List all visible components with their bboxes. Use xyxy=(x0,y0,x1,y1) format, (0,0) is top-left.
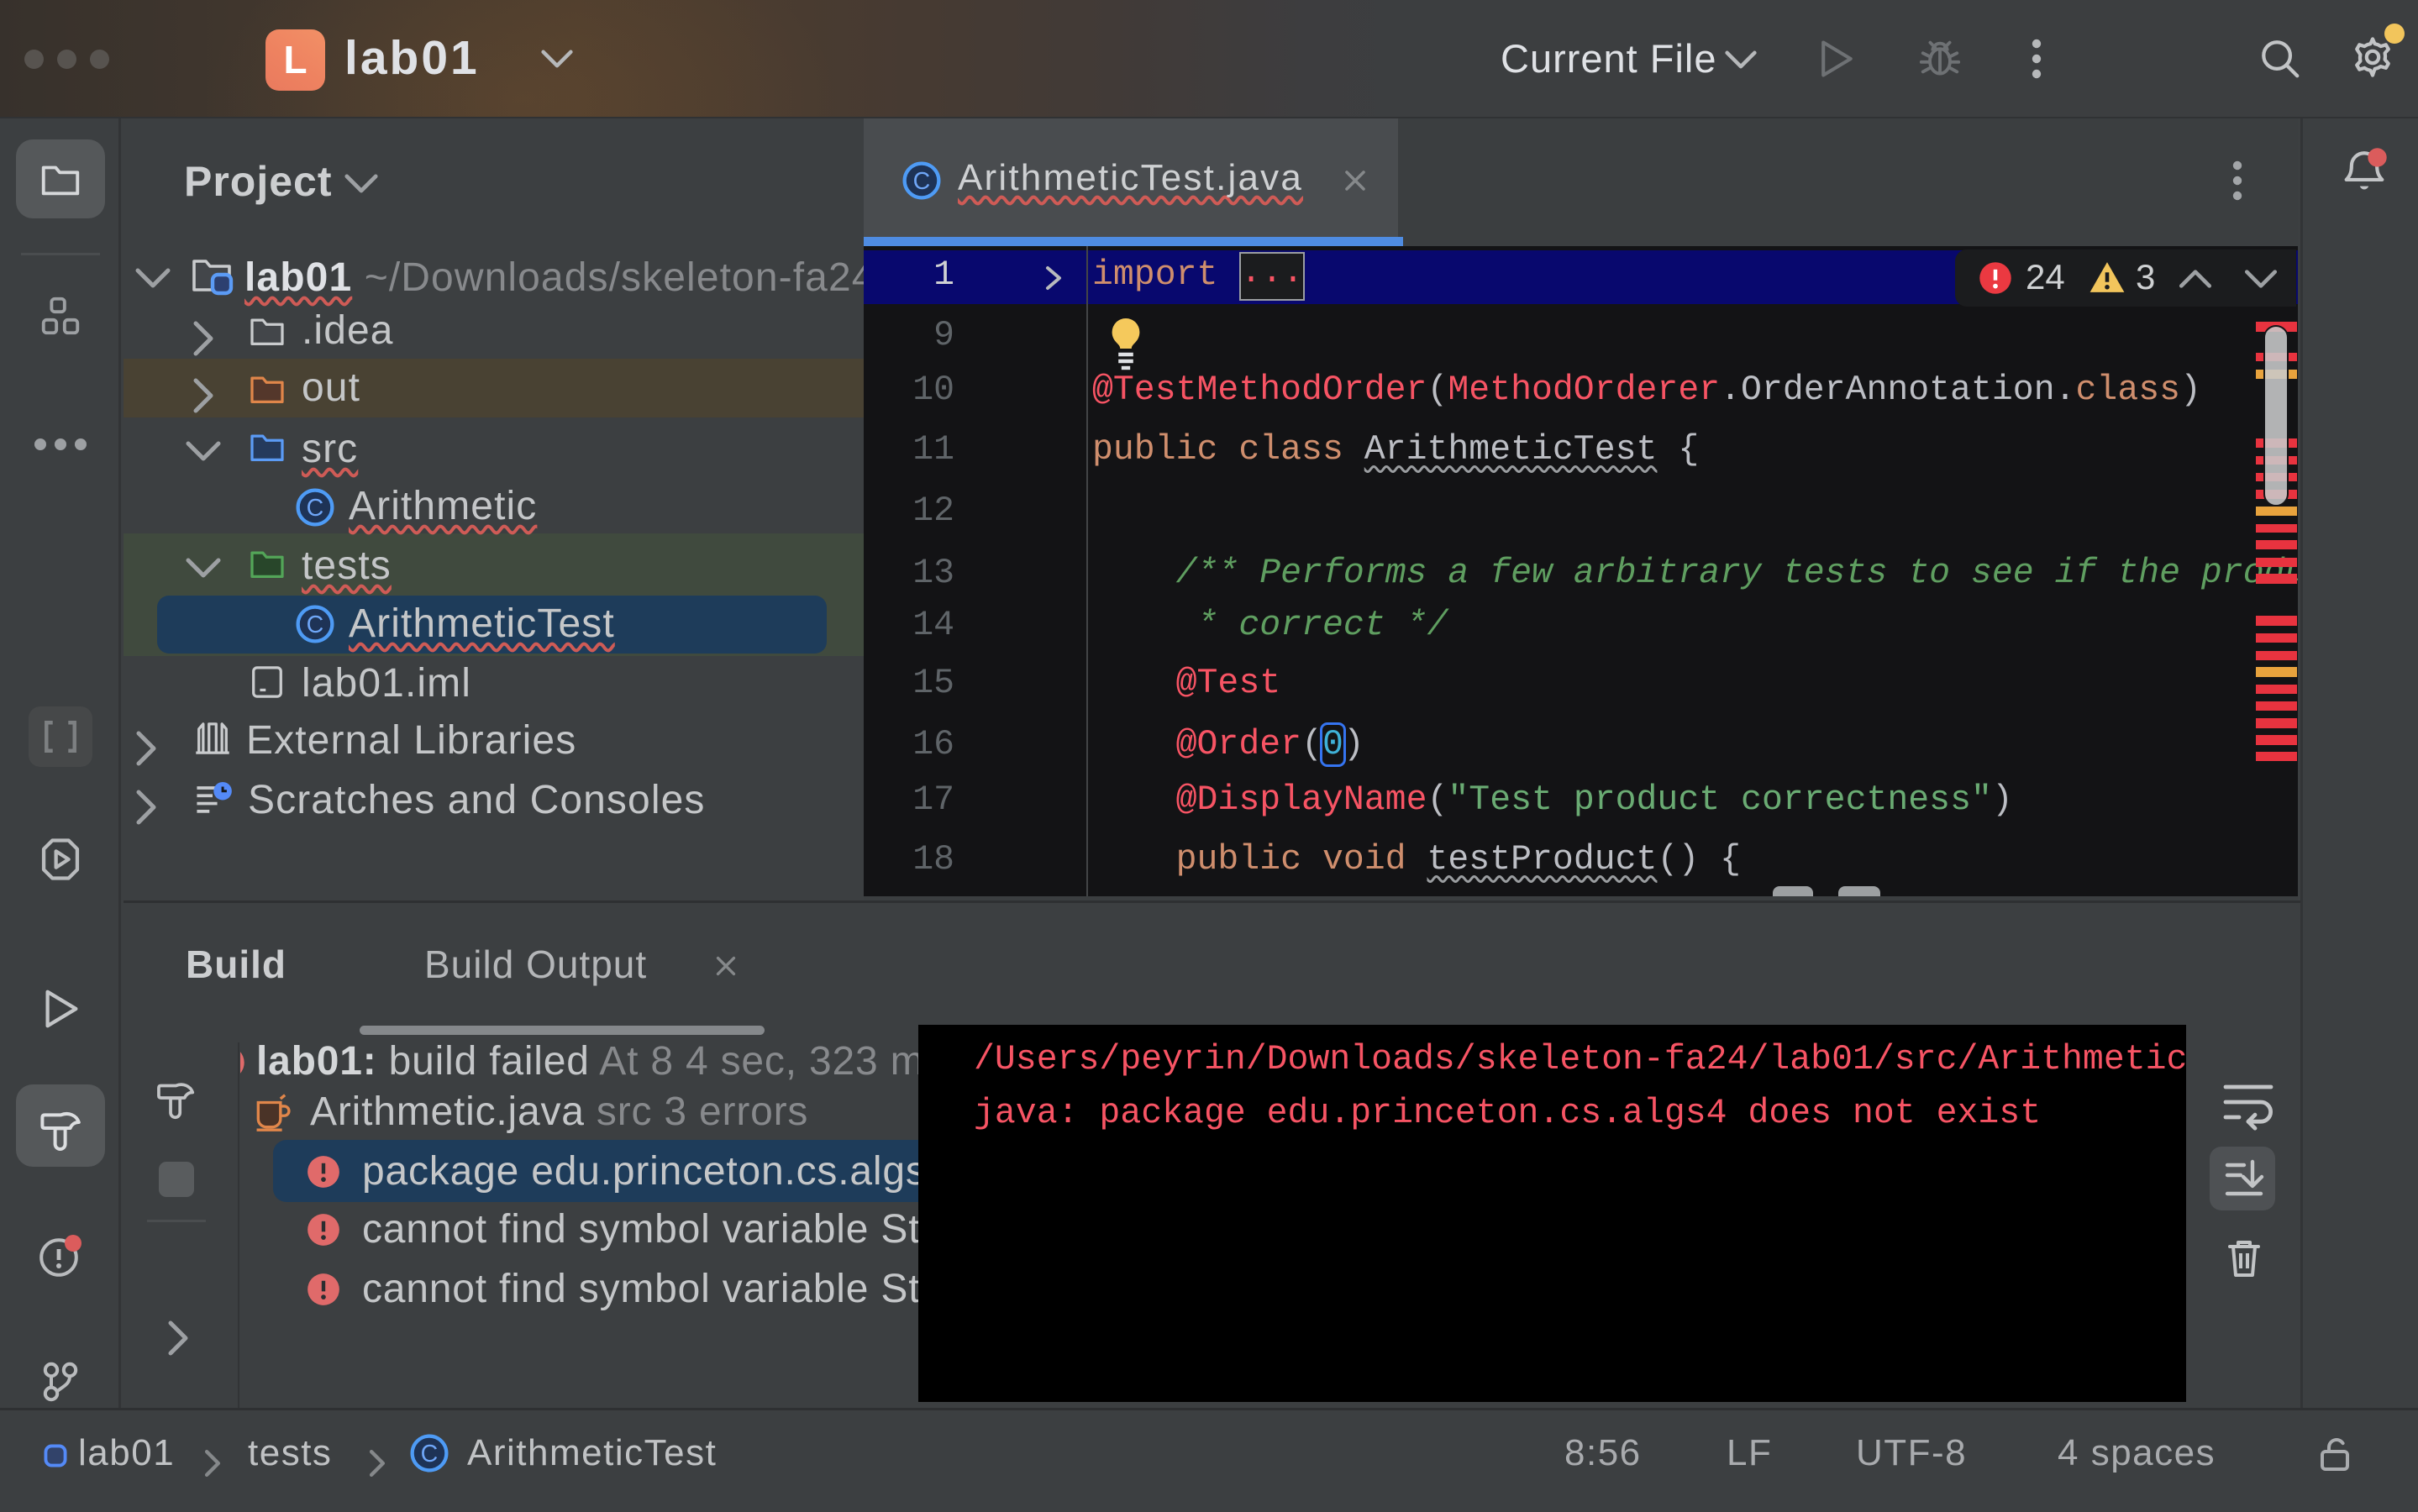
svg-text:C: C xyxy=(307,612,324,638)
svg-text:C: C xyxy=(307,495,324,522)
svg-text:C: C xyxy=(913,168,931,195)
svg-text:C: C xyxy=(421,1441,439,1467)
